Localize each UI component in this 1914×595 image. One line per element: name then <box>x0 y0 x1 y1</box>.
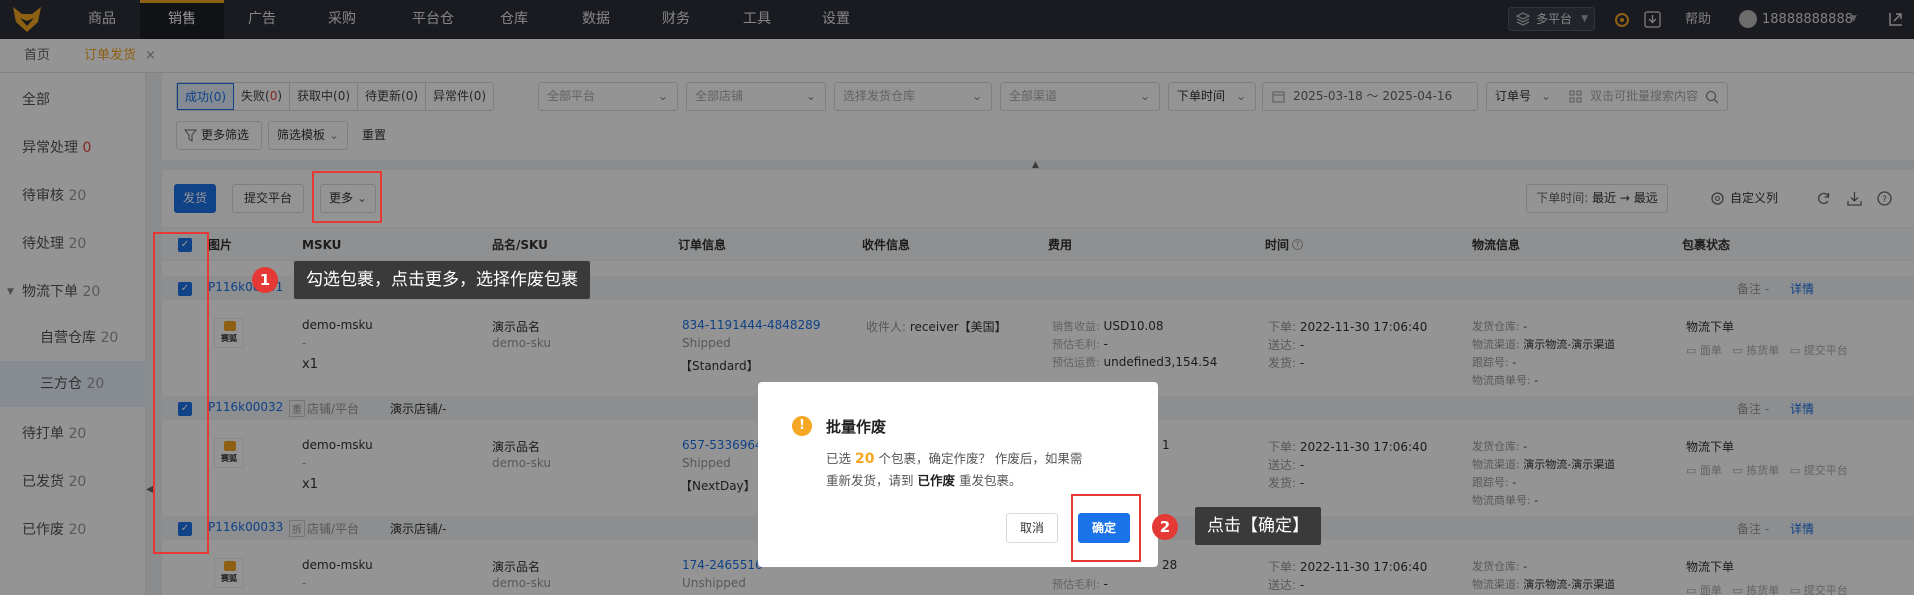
selected-count: 20 <box>854 451 875 467</box>
dialog-message: 已选 20 个包裹，确定作废？ 作废后，如果需重新发货，请到 已作废 重发包裹。 <box>826 448 1136 491</box>
voided-tab-name: 已作废 <box>917 473 955 488</box>
step-1-callout: 勾选包裹，点击更多，选择作废包裹 <box>294 261 590 299</box>
warning-icon: ! <box>792 416 812 436</box>
message-part: 已选 <box>826 451 855 466</box>
checkbox-column-highlight <box>153 232 209 554</box>
step-1-badge: 1 <box>252 267 278 293</box>
step-2-badge: 2 <box>1152 514 1178 540</box>
message-part: 重新发货，请到 <box>826 473 918 488</box>
cancel-button[interactable]: 取消 <box>1006 513 1058 543</box>
message-part: 重发包裹。 <box>955 473 1022 488</box>
dialog-title: 批量作废 <box>826 418 887 436</box>
step-2-callout: 点击【确定】 <box>1195 507 1321 545</box>
more-button-highlight <box>312 171 382 223</box>
confirm-button-highlight <box>1071 494 1141 562</box>
message-part: 个包裹，确定作废？ 作废后，如果需 <box>874 451 1083 466</box>
